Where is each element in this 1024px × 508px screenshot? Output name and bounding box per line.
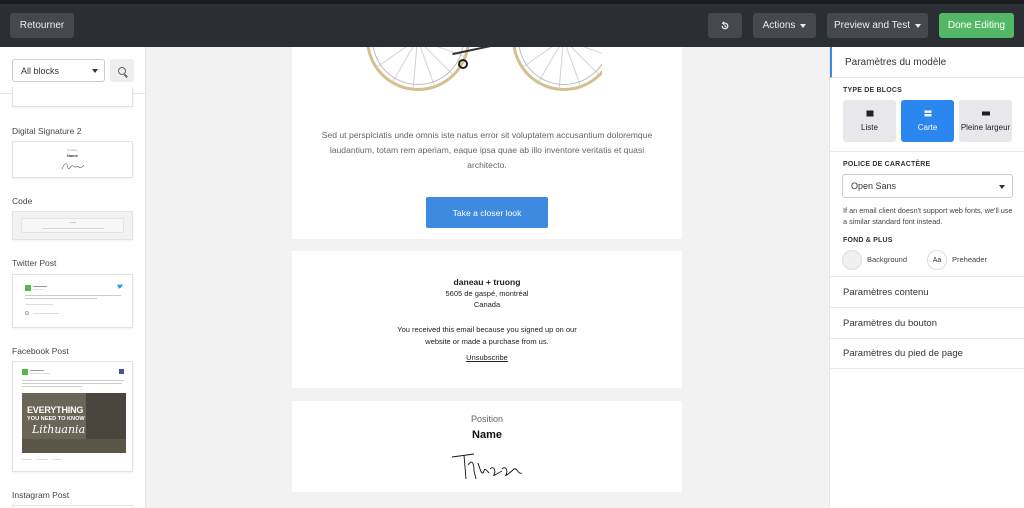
code-placeholder xyxy=(21,218,124,233)
actions-dropdown[interactable]: Actions xyxy=(753,13,816,38)
block-type-card-label: Carte xyxy=(917,123,938,132)
thumb-position: Position xyxy=(67,148,78,152)
tweet-avatar xyxy=(25,285,31,291)
background-swatch[interactable] xyxy=(842,250,862,270)
toolbar-edge xyxy=(0,0,1024,4)
chevron-down-icon xyxy=(914,23,921,28)
post-avatar xyxy=(22,369,28,375)
bicycle-image xyxy=(362,47,602,95)
block-label-twitter: Twitter Post xyxy=(12,258,57,268)
content-settings-label: Paramètres contenu xyxy=(843,286,929,298)
banner-line-2: YOU NEED TO KNOW xyxy=(27,416,85,422)
footer-block[interactable]: daneau + truong 5605 de gaspé, montréal … xyxy=(292,251,682,388)
banner-line-1: EVERYTHING xyxy=(27,405,84,415)
closer-look-label: Take a closer look xyxy=(452,207,522,218)
block-thumbnail-facebook[interactable]: EVERYTHING YOU NEED TO KNOW Lithuania xyxy=(12,361,133,472)
handwritten-signature xyxy=(451,453,523,480)
block-type-list-label: Liste xyxy=(861,123,878,132)
block-type-full-width-label: Pleine largeur xyxy=(960,123,1011,132)
preheader-swatch-label: Preheader xyxy=(952,255,988,264)
closer-look-button[interactable]: Take a closer look xyxy=(426,197,548,228)
unsubscribe-link[interactable]: Unsubscribe xyxy=(466,353,508,362)
block-filter-select[interactable]: All blocks xyxy=(12,59,105,82)
block-thumbnail-digital-signature[interactable]: Position Name xyxy=(12,141,133,178)
footer-settings-row[interactable]: Paramètres du pied de page xyxy=(830,338,1024,369)
block-thumbnail-twitter[interactable] xyxy=(12,274,133,328)
twitter-bird-icon xyxy=(117,284,123,289)
done-editing-button[interactable]: Done Editing xyxy=(939,13,1014,38)
back-button-label: Retourner xyxy=(19,20,65,31)
footer-company: daneau + truong xyxy=(453,277,521,287)
footer-notice-1: You received this email because you sign… xyxy=(397,325,577,334)
top-toolbar: Retourner Actions Preview and Test Done … xyxy=(0,0,1024,47)
template-settings-title: Paramètres du modèle xyxy=(845,56,947,68)
chevron-down-icon xyxy=(800,23,807,28)
block-thumbnail-code[interactable] xyxy=(12,211,133,240)
like-icon xyxy=(25,311,29,315)
facebook-icon xyxy=(119,369,124,374)
signature-position: Position xyxy=(470,414,504,424)
preview-test-dropdown[interactable]: Preview and Test xyxy=(827,13,928,38)
block-type-label: TYPE DE BLOCS xyxy=(843,87,902,94)
blocks-sidebar: All blocks Digital Signature 2 Position … xyxy=(0,47,146,508)
button-settings-row[interactable]: Paramètres du bouton xyxy=(830,307,1024,338)
divider xyxy=(830,151,1024,152)
font-select[interactable]: Open Sans xyxy=(842,174,1013,198)
block-thumbnail-partial[interactable] xyxy=(12,87,133,107)
banner-line-3: Lithuania xyxy=(32,423,86,436)
card-icon xyxy=(924,110,931,117)
font-select-value: Open Sans xyxy=(851,181,897,191)
font-help-text: If an email client doesn't support web f… xyxy=(843,206,1013,226)
email-body-text[interactable]: Sed ut perspiciatis unde omnis iste natu… xyxy=(312,128,662,173)
actions-label: Actions xyxy=(762,20,796,31)
thumb-name: Name xyxy=(67,153,78,158)
block-label-facebook: Facebook Post xyxy=(12,346,69,356)
footer-settings-label: Paramètres du pied de page xyxy=(843,348,963,359)
signature-mini-image xyxy=(61,163,85,170)
facebook-post-image: EVERYTHING YOU NEED TO KNOW Lithuania xyxy=(22,393,126,453)
done-editing-label: Done Editing xyxy=(947,20,1006,31)
settings-panel: Paramètres du modèle TYPE DE BLOCS Liste… xyxy=(829,47,1024,508)
block-label-instagram: Instagram Post xyxy=(12,490,70,500)
block-type-card[interactable]: Carte xyxy=(901,100,954,142)
history-icon xyxy=(721,20,729,29)
font-label: POLICE DE CARACTÈRE xyxy=(843,161,931,168)
footer-address-2: Canada xyxy=(473,300,501,309)
block-type-list[interactable]: Liste xyxy=(843,100,896,142)
search-icon xyxy=(118,66,126,75)
background-swatch-label: Background xyxy=(867,255,908,264)
block-search-button[interactable] xyxy=(110,59,134,82)
back-button[interactable]: Retourner xyxy=(10,13,74,38)
email-canvas: Sed ut perspiciatis unde omnis iste natu… xyxy=(146,47,829,508)
chevron-down-icon xyxy=(999,185,1005,189)
block-label-digital-signature: Digital Signature 2 xyxy=(12,126,82,136)
preheader-swatch[interactable]: Aa xyxy=(927,250,947,270)
footer-address-1: 5605 de gaspé, montréal xyxy=(445,289,529,298)
block-label-code: Code xyxy=(12,196,33,206)
block-type-full-width[interactable]: Pleine largeur xyxy=(959,100,1012,142)
content-settings-row[interactable]: Paramètres contenu xyxy=(830,276,1024,307)
content-block[interactable]: Sed ut perspiciatis unde omnis iste natu… xyxy=(292,47,682,239)
footer-unsubscribe-row: Unsubscribe xyxy=(292,353,682,362)
chevron-down-icon xyxy=(92,69,98,73)
signature-block[interactable]: Position Name xyxy=(292,401,682,492)
list-icon xyxy=(866,110,873,117)
button-settings-label: Paramètres du bouton xyxy=(843,317,938,329)
preheader-glyph: Aa xyxy=(932,256,942,264)
block-filter-value: All blocks xyxy=(21,65,60,76)
template-settings-header[interactable]: Paramètres du modèle xyxy=(830,47,1024,78)
footer-notice-2: website or made a purchase from us. xyxy=(425,337,549,346)
preview-label: Preview and Test xyxy=(834,20,910,31)
history-button[interactable] xyxy=(708,13,742,38)
background-section-label: FOND & PLUS xyxy=(843,237,893,244)
full-width-icon xyxy=(981,111,990,116)
signature-name: Name xyxy=(472,429,502,441)
